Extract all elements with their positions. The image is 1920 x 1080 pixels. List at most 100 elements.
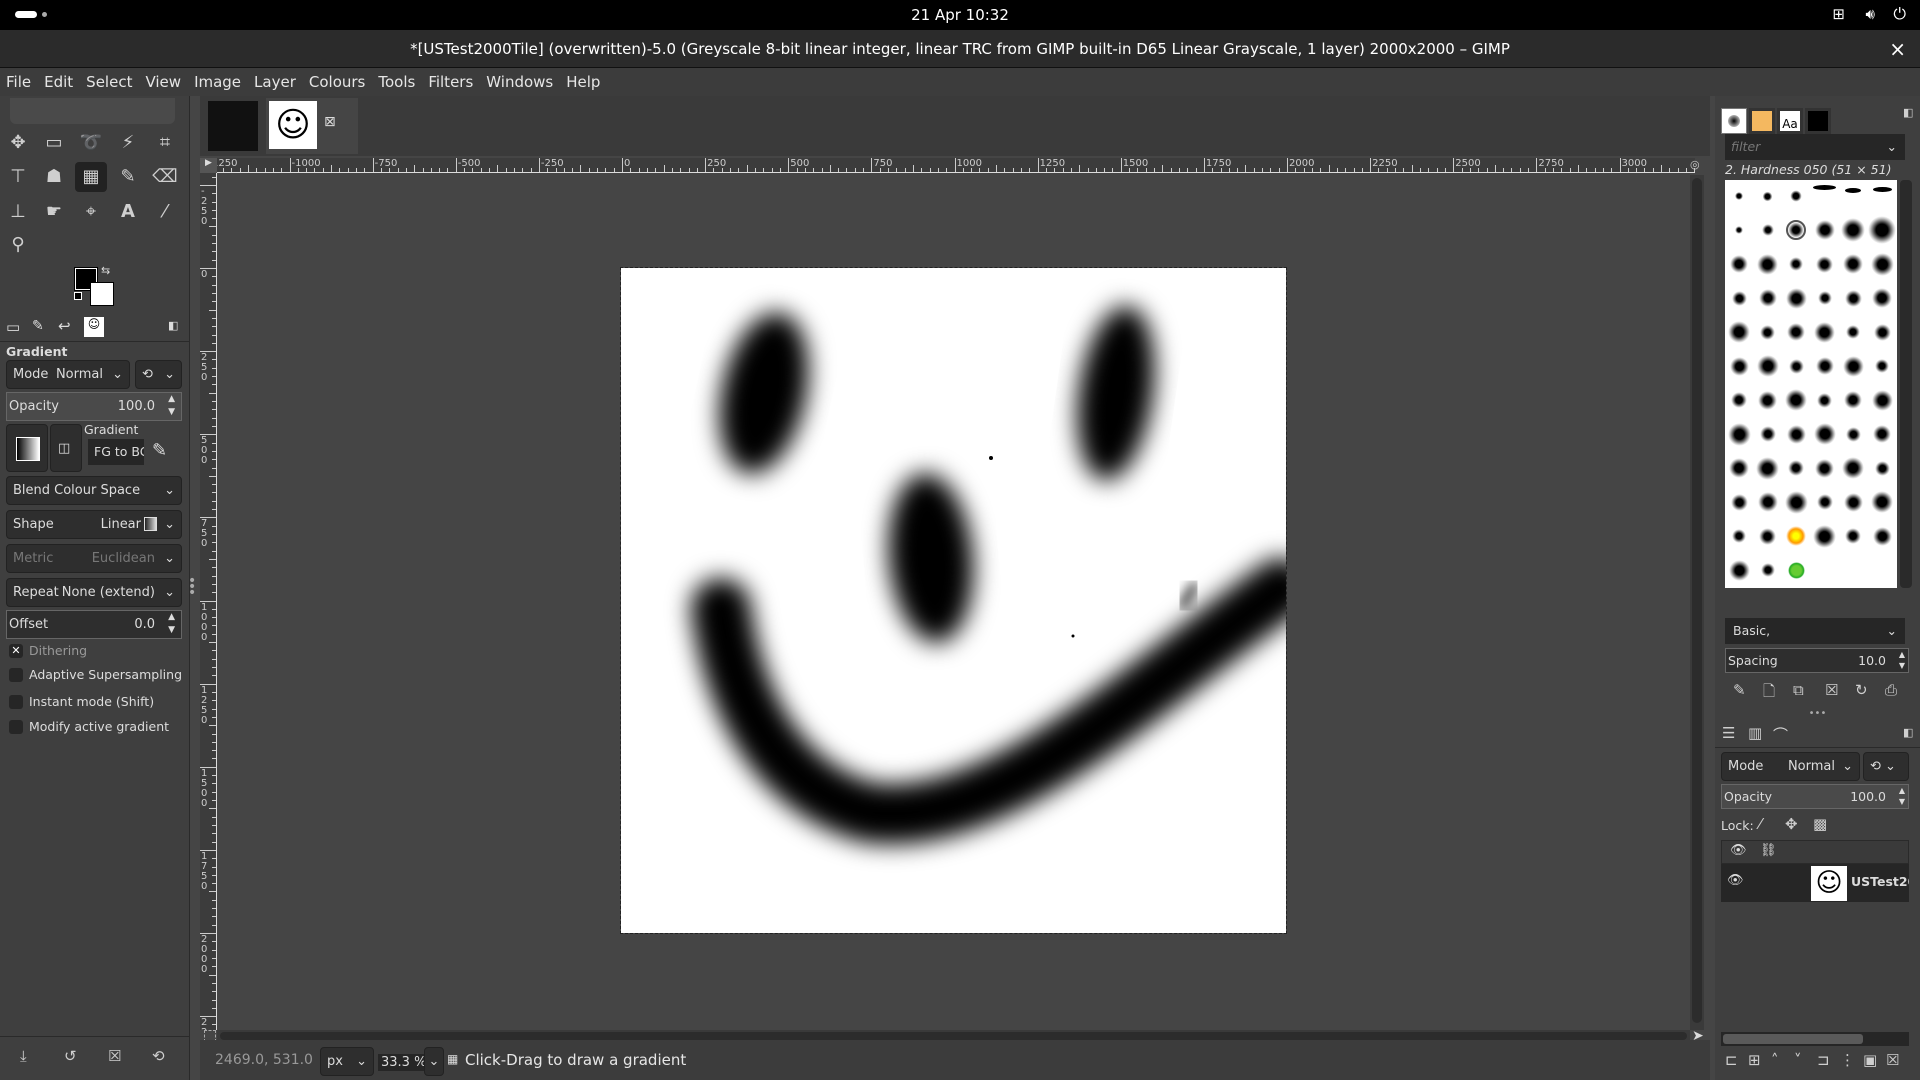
network-icon[interactable]: ⊞	[1832, 5, 1845, 23]
new-layer-icon[interactable]: ⊞	[1748, 1051, 1761, 1069]
brush-item[interactable]	[1843, 492, 1863, 512]
brush-item[interactable]	[1813, 423, 1836, 445]
menu-file[interactable]: File	[6, 73, 31, 91]
brush-item[interactable]	[1784, 490, 1808, 514]
brush-item[interactable]	[1813, 184, 1837, 190]
brush-item[interactable]	[1845, 528, 1862, 544]
composite-mode-select[interactable]: ⟲ ⌄	[135, 360, 182, 389]
brush-item[interactable]	[1788, 358, 1804, 374]
brush-item[interactable]	[1758, 390, 1778, 410]
open-brush-folder-icon[interactable]: ⎙	[1885, 681, 1897, 699]
tab-channels[interactable]: ▥	[1748, 724, 1762, 742]
brush-item[interactable]	[1817, 291, 1832, 305]
brush-item[interactable]	[1814, 321, 1836, 343]
brush-item[interactable]	[1728, 559, 1750, 581]
zoom-field[interactable]: 33.3 %	[378, 1054, 430, 1071]
duplicate-brush-icon[interactable]: ⧉	[1793, 681, 1804, 699]
brush-item[interactable]	[1731, 392, 1747, 408]
menu-tools[interactable]: Tools	[378, 73, 415, 91]
layer-composite-select[interactable]: ⟲ ⌄	[1863, 752, 1909, 781]
lock-pixels-icon[interactable]: ⁄	[1759, 815, 1762, 833]
gradient-tool-icon[interactable]: ▦	[75, 162, 107, 192]
configure-tab-icon[interactable]: ◧	[168, 319, 178, 332]
layer-opacity-slider[interactable]: Opacity 100.0 ▲ ▼	[1721, 784, 1909, 809]
save-options-icon[interactable]: ⤓	[20, 1047, 27, 1065]
close-window-button[interactable]: ×	[1889, 30, 1906, 68]
opacity-slider[interactable]: Opacity 100.0 ▲ ▼	[6, 392, 182, 421]
paths-tool-icon[interactable]: ⌖	[75, 197, 107, 227]
menu-image[interactable]: Image	[194, 73, 241, 91]
fuzzy-select-tool-icon[interactable]: ⚡︎	[112, 128, 144, 158]
brush-item[interactable]	[1727, 422, 1751, 446]
shape-select[interactable]: Shape Linear ⌄	[6, 510, 182, 539]
canvas[interactable]	[218, 173, 1690, 1030]
brush-item[interactable]	[1785, 389, 1808, 411]
configure-tab-icon[interactable]: ◧	[1903, 106, 1913, 119]
background-color-swatch[interactable]	[90, 282, 114, 306]
lock-alpha-icon[interactable]: ▩	[1813, 815, 1827, 833]
menu-colours[interactable]: Colours	[309, 73, 365, 91]
dithering-checkbox[interactable]: ✕	[9, 644, 23, 658]
brush-item[interactable]	[1868, 216, 1896, 244]
brush-item[interactable]	[1761, 224, 1774, 236]
menu-windows[interactable]: Windows	[486, 73, 553, 91]
layer-row[interactable]: 👁︎ ☺ USTest2000Tile	[1721, 864, 1909, 902]
brush-item[interactable]	[1735, 226, 1743, 234]
brush-item[interactable]	[1872, 526, 1892, 546]
volume-icon[interactable]: 🔊︎	[1866, 5, 1875, 23]
text-tool-icon[interactable]: A	[112, 197, 144, 227]
default-colors-icon[interactable]	[74, 292, 82, 300]
brush-item[interactable]	[1759, 527, 1777, 545]
brush-item[interactable]	[1732, 529, 1746, 543]
brush-item[interactable]	[1842, 355, 1864, 377]
adaptive-supersampling-checkbox[interactable]	[9, 668, 23, 682]
brush-item[interactable]	[1788, 460, 1805, 476]
brush-item[interactable]	[1872, 288, 1892, 308]
spin-arrows-icon[interactable]: ▲ ▼	[168, 393, 175, 419]
restore-options-icon[interactable]: ↺	[64, 1047, 77, 1065]
brush-item[interactable]	[1757, 492, 1778, 512]
brush-item[interactable]	[1814, 220, 1835, 240]
new-layer-group-icon[interactable]: ⊏	[1725, 1051, 1738, 1069]
brush-item[interactable]	[1730, 255, 1748, 273]
brush-item[interactable]	[1873, 323, 1891, 341]
spin-arrows-icon[interactable]: ▲ ▼	[168, 611, 175, 637]
brush-item[interactable]	[1815, 357, 1834, 375]
smudge-tool-icon[interactable]: ☛	[38, 197, 70, 227]
menu-layer[interactable]: Layer	[254, 73, 296, 91]
lock-position-icon[interactable]: ✥	[1785, 815, 1798, 833]
brush-item[interactable]	[1759, 426, 1776, 442]
tab-layers[interactable]: ☰	[1722, 724, 1735, 742]
brush-item[interactable]	[1844, 289, 1862, 307]
brush-item[interactable]	[1870, 252, 1894, 276]
reverse-gradient-button[interactable]: ◫	[50, 424, 82, 472]
brush-item[interactable]	[1875, 359, 1889, 373]
raise-layer-icon[interactable]: ˄	[1771, 1051, 1779, 1069]
image-tab-dark[interactable]	[208, 101, 258, 151]
brush-item[interactable]	[1732, 189, 1746, 203]
horizontal-ruler[interactable]: -1250-1000-750-500-250025050075010001250…	[217, 158, 1695, 173]
instant-mode-checkbox[interactable]	[9, 695, 23, 709]
edit-gradient-icon[interactable]: ✎	[152, 440, 167, 461]
brush-item[interactable]	[1786, 424, 1806, 444]
crop-tool-icon[interactable]: ⌗	[149, 128, 181, 158]
new-brush-icon[interactable]: 🗋︎	[1763, 681, 1775, 706]
tab-paths[interactable]: ⌒	[1773, 724, 1788, 745]
brush-item[interactable]	[1844, 391, 1863, 409]
tab-device-status[interactable]: ✎	[32, 318, 44, 334]
brush-item[interactable]	[1816, 255, 1834, 273]
close-image-tab-icon[interactable]: ⊠	[324, 114, 336, 130]
power-icon[interactable]: ⏻	[1893, 4, 1906, 24]
brush-item[interactable]	[1728, 321, 1750, 343]
spin-arrows-icon[interactable]: ▲ ▼	[1899, 785, 1905, 807]
tab-palettes[interactable]	[1805, 108, 1831, 134]
menu-select[interactable]: Select	[86, 73, 132, 91]
brush-filter-input[interactable]: filter ⌄	[1725, 134, 1905, 160]
brush-tag-select[interactable]: Basic, ⌄	[1725, 618, 1905, 644]
brush-item[interactable]	[1817, 392, 1833, 408]
rect-select-tool-icon[interactable]: ▭	[38, 128, 70, 158]
layers-h-scrollbar[interactable]	[1721, 1032, 1909, 1046]
tab-brushes[interactable]	[1721, 108, 1747, 134]
configure-tab-icon[interactable]: ◧	[1903, 726, 1913, 739]
tab-patterns[interactable]	[1749, 108, 1775, 134]
